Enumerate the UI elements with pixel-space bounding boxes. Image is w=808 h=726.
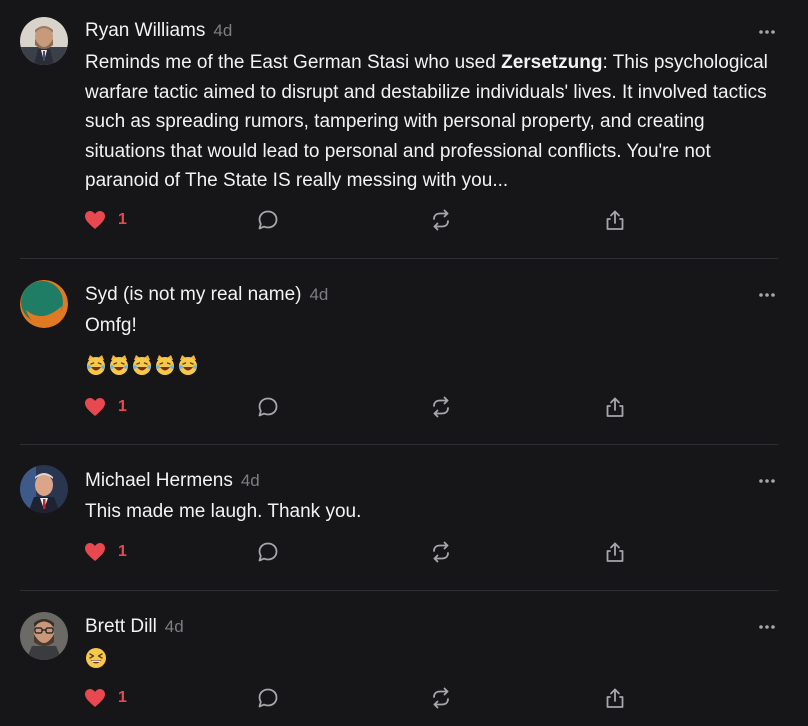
reply-button[interactable] bbox=[257, 393, 279, 421]
comment-header: Syd (is not my real name) 4d bbox=[85, 283, 328, 307]
comment-body: Reminds me of the East German Stasi who … bbox=[85, 48, 785, 196]
heart-icon bbox=[85, 398, 105, 416]
laughing-cat-emoji bbox=[133, 355, 151, 375]
heart-icon bbox=[85, 211, 105, 229]
restack-button[interactable] bbox=[430, 538, 452, 566]
emoji-row bbox=[85, 647, 107, 669]
restack-arrows-icon bbox=[433, 541, 449, 563]
comment-body: Omfg! bbox=[85, 311, 785, 341]
grinning-squinting-face-emoji bbox=[86, 648, 106, 668]
author-name[interactable]: Brett Dill bbox=[85, 616, 157, 637]
restack-button[interactable] bbox=[430, 684, 452, 712]
comment-actions: 1 bbox=[0, 206, 808, 234]
avatar[interactable] bbox=[20, 17, 68, 65]
share-upload-icon bbox=[606, 210, 624, 230]
more-options-button[interactable] bbox=[754, 474, 780, 486]
comment: Michael Hermens 4d This made me laugh. Th… bbox=[0, 445, 808, 590]
share-button[interactable] bbox=[604, 393, 626, 421]
restack-button[interactable] bbox=[430, 393, 452, 421]
restack-button[interactable] bbox=[430, 206, 452, 234]
comment: Ryan Williams 4d Reminds me of the East G… bbox=[0, 0, 808, 258]
comment-actions: 1 bbox=[0, 393, 808, 421]
more-options-button[interactable] bbox=[754, 620, 780, 632]
share-button[interactable] bbox=[604, 538, 626, 566]
author-name[interactable]: Michael Hermens bbox=[85, 470, 233, 491]
share-upload-icon bbox=[606, 397, 624, 417]
speech-bubble-icon bbox=[258, 542, 278, 562]
heart-icon bbox=[85, 689, 105, 707]
like-count: 1 bbox=[118, 689, 127, 706]
comment-body: This made me laugh. Thank you. bbox=[85, 497, 785, 527]
comment: Syd (is not my real name) 4d Omfg! 1 bbox=[0, 259, 808, 444]
comment-header: Brett Dill 4d bbox=[85, 615, 184, 639]
like-button[interactable]: 1 bbox=[84, 393, 127, 421]
comment-text: This made me laugh. Thank you. bbox=[85, 501, 362, 522]
laughing-cat-emoji bbox=[179, 355, 197, 375]
reply-button[interactable] bbox=[257, 684, 279, 712]
comment-feed: Ryan Williams 4d Reminds me of the East G… bbox=[0, 0, 808, 726]
timestamp[interactable]: 4d bbox=[165, 617, 184, 636]
timestamp[interactable]: 4d bbox=[241, 471, 260, 490]
author-name[interactable]: Ryan Williams bbox=[85, 20, 205, 41]
speech-bubble-icon bbox=[258, 397, 278, 417]
share-button[interactable] bbox=[604, 684, 626, 712]
more-dots-icon bbox=[759, 479, 775, 483]
comment-actions: 1 bbox=[0, 538, 808, 566]
more-options-button[interactable] bbox=[754, 288, 780, 300]
speech-bubble-icon bbox=[258, 210, 278, 230]
laughing-cat-emoji bbox=[156, 355, 174, 375]
share-upload-icon bbox=[606, 688, 624, 708]
avatar[interactable] bbox=[20, 465, 68, 513]
restack-arrows-icon bbox=[433, 209, 449, 231]
more-options-button[interactable] bbox=[754, 25, 780, 37]
comment-text: Omfg! bbox=[85, 315, 137, 336]
share-upload-icon bbox=[606, 542, 624, 562]
timestamp[interactable]: 4d bbox=[309, 285, 328, 304]
heart-icon bbox=[85, 543, 105, 561]
like-button[interactable]: 1 bbox=[84, 206, 127, 234]
comment: Brett Dill 4d 1 bbox=[0, 591, 808, 726]
comment-actions: 1 bbox=[0, 684, 808, 712]
more-dots-icon bbox=[759, 625, 775, 629]
comment-bold-term: Zersetzung bbox=[501, 52, 603, 73]
avatar[interactable] bbox=[20, 612, 68, 660]
restack-arrows-icon bbox=[433, 687, 449, 709]
comment-header: Michael Hermens 4d bbox=[85, 469, 260, 493]
emoji-row bbox=[85, 354, 199, 376]
laughing-cat-emoji bbox=[110, 355, 128, 375]
reply-button[interactable] bbox=[257, 206, 279, 234]
like-button[interactable]: 1 bbox=[84, 684, 127, 712]
like-count: 1 bbox=[118, 398, 127, 415]
laughing-cat-emoji bbox=[87, 355, 105, 375]
reply-button[interactable] bbox=[257, 538, 279, 566]
author-name[interactable]: Syd (is not my real name) bbox=[85, 284, 301, 305]
like-button[interactable]: 1 bbox=[84, 538, 127, 566]
comment-text: Reminds me of the East German Stasi who … bbox=[85, 52, 502, 73]
share-button[interactable] bbox=[604, 206, 626, 234]
like-count: 1 bbox=[118, 211, 127, 228]
more-dots-icon bbox=[759, 293, 775, 297]
speech-bubble-icon bbox=[258, 688, 278, 708]
restack-arrows-icon bbox=[433, 396, 449, 418]
like-count: 1 bbox=[118, 543, 127, 560]
more-dots-icon bbox=[759, 30, 775, 34]
timestamp[interactable]: 4d bbox=[213, 21, 232, 40]
avatar[interactable] bbox=[20, 280, 68, 328]
comment-header: Ryan Williams 4d bbox=[85, 19, 232, 43]
